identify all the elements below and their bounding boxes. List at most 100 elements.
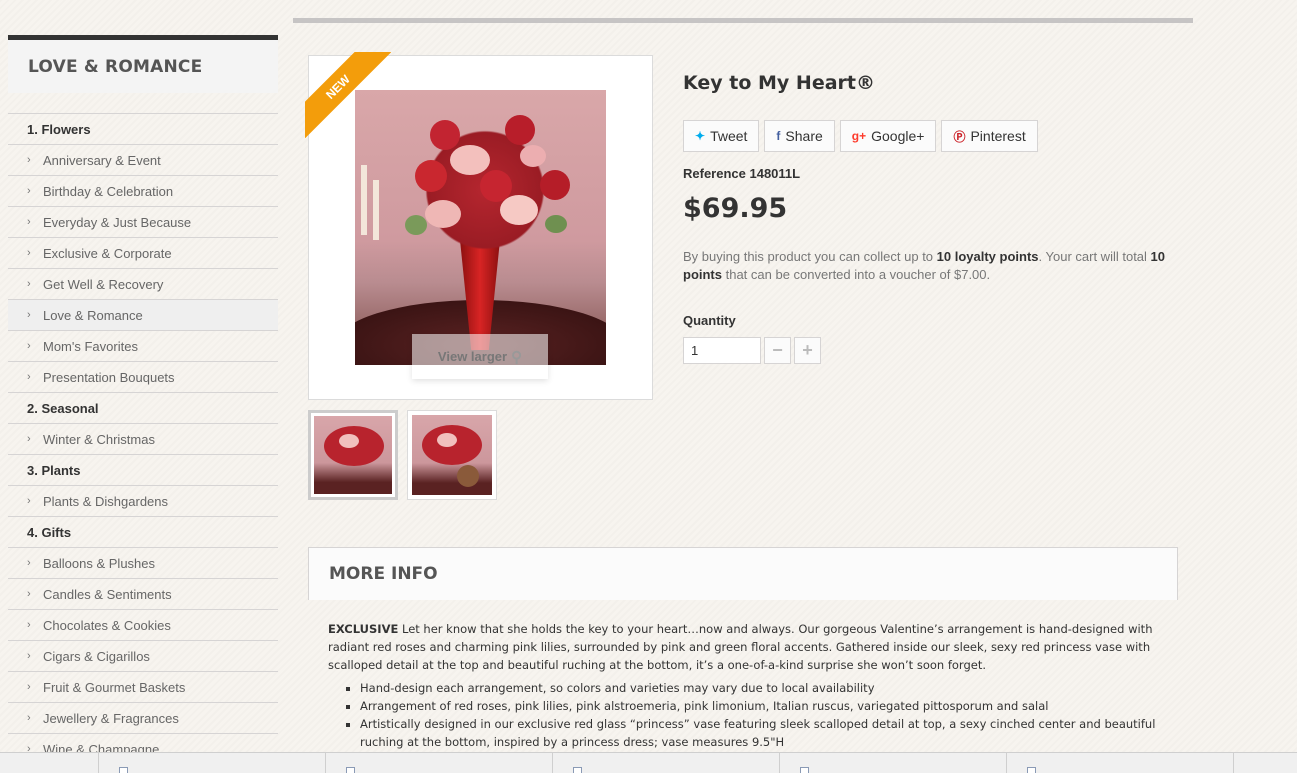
document-icon [1027,767,1036,773]
chevron-right-icon: › [27,557,31,569]
category-link[interactable]: › Cigars & Cigarillos [8,640,278,671]
loyalty-text: By buying this product you can collect u… [683,249,1165,282]
facebook-share-button[interactable]: f Share [764,120,835,152]
category-link[interactable]: › Mom's Favorites [8,330,278,361]
category-label: Mom's Favorites [43,338,138,354]
chevron-right-icon: › [27,495,31,507]
more-info-title: MORE INFO [329,564,438,584]
chevron-right-icon: › [27,588,31,600]
category-label: Chocolates & Cookies [43,617,171,633]
category-link[interactable]: › Exclusive & Corporate [8,237,278,268]
category-list: 1. Flowers › Anniversary & Event › Birthday … [8,113,278,764]
category-label: Birthday & Celebration [43,183,174,199]
product-photo[interactable] [355,90,606,365]
category-link[interactable]: › Fruit & Gourmet Baskets [8,671,278,702]
category-label: Presentation Bouquets [43,369,175,385]
pinterest-icon: Ⓟ [953,129,966,144]
chevron-right-icon: › [27,185,31,197]
category-link[interactable]: › Jewellery & Fragrances [8,702,278,733]
plus-icon: + [802,340,813,360]
category-label: 3. Plants [27,462,81,478]
quantity-input[interactable] [683,337,761,364]
category-group[interactable]: 3. Plants [8,454,278,485]
category-link[interactable]: › Plants & Dishgardens [8,485,278,516]
category-label: Get Well & Recovery [43,276,164,292]
category-label: 1. Flowers [27,121,91,137]
more-info-header: MORE INFO [308,547,1178,600]
chevron-right-icon: › [27,278,31,290]
chevron-right-icon: › [27,712,31,724]
category-link[interactable]: › Anniversary & Event [8,144,278,175]
sidebar-header: LOVE & ROMANCE [8,35,278,93]
category-group[interactable]: 2. Seasonal [8,392,278,423]
category-label: Fruit & Gourmet Baskets [43,679,186,695]
category-link[interactable]: › Get Well & Recovery [8,268,278,299]
category-link[interactable]: › Birthday & Celebration [8,175,278,206]
sidebar-title: LOVE & ROMANCE [28,56,203,77]
category-link[interactable]: › Chocolates & Cookies [8,609,278,640]
category-label: Exclusive & Corporate [43,245,172,261]
share-buttons: ✦ Tweet f Share g+ Google+ Ⓟ Pinterest [683,120,1038,152]
product-description: EXCLUSIVE Let her know that she holds th… [328,620,1163,751]
category-link[interactable]: › Love & Romance [8,299,278,330]
category-label: Cigars & Cigarillos [43,648,150,664]
twitter-icon: ✦ [695,129,706,143]
product-price: $69.95 [683,193,788,224]
chevron-right-icon: › [27,154,31,166]
chevron-right-icon: › [27,650,31,662]
taskbar [0,752,1297,773]
category-group[interactable]: 4. Gifts [8,516,278,547]
category-label: Winter & Christmas [43,431,155,447]
taskbar-item[interactable] [1006,753,1233,773]
tweet-button[interactable]: ✦ Tweet [683,120,760,152]
description-bullets: Hand-design each arrangement, so colors … [328,679,1163,751]
category-link[interactable]: › Presentation Bouquets [8,361,278,392]
product-title: Key to My Heart® [683,72,875,94]
chevron-right-icon: › [27,433,31,445]
taskbar-item[interactable] [325,753,552,773]
category-link[interactable]: › Everyday & Just Because [8,206,278,237]
document-icon [800,767,809,773]
thumbnail-2[interactable] [407,410,497,500]
google-plus-button[interactable]: g+ Google+ [839,120,937,152]
category-label: Jewellery & Fragrances [43,710,179,726]
bullet-item: Hand-design each arrangement, so colors … [360,679,1163,697]
chevron-right-icon: › [27,681,31,693]
bullet-item: Artistically designed in our exclusive r… [360,715,1163,751]
taskbar-item[interactable] [1233,753,1297,773]
category-group[interactable]: 1. Flowers [8,113,278,144]
chevron-right-icon: › [27,309,31,321]
chevron-right-icon: › [27,216,31,228]
document-icon [119,767,128,773]
pinterest-button[interactable]: Ⓟ Pinterest [941,120,1038,152]
quantity-decrease-button[interactable]: − [764,337,791,364]
product-image-frame[interactable]: NEW View larger ⚲ [305,52,653,400]
chevron-right-icon: › [27,340,31,352]
category-link[interactable]: › Candles & Sentiments [8,578,278,609]
facebook-icon: f [776,129,781,143]
zoom-icon: ⚲ [511,348,523,366]
chevron-right-icon: › [27,619,31,631]
chevron-right-icon: › [27,247,31,259]
minus-icon: − [772,340,783,360]
taskbar-item[interactable] [779,753,1006,773]
category-label: Everyday & Just Because [43,214,192,230]
taskbar-item[interactable] [98,753,325,773]
category-label: 2. Seasonal [27,400,99,416]
category-link[interactable]: › Winter & Christmas [8,423,278,454]
bullet-item: Arrangement of red roses, pink lilies, p… [360,697,1163,715]
document-icon [573,767,582,773]
quantity-label: Quantity [683,313,736,328]
category-link[interactable]: › Balloons & Plushes [8,547,278,578]
taskbar-item[interactable] [552,753,779,773]
thumbnail-1[interactable] [308,410,398,500]
google-plus-icon: g+ [851,129,867,143]
quantity-increase-button[interactable]: + [794,337,821,364]
document-icon [346,767,355,773]
category-label: Plants & Dishgardens [43,493,169,509]
view-larger-button[interactable]: View larger ⚲ [412,334,548,379]
description-paragraph: EXCLUSIVE Let her know that she holds th… [328,622,1153,672]
category-label: Balloons & Plushes [43,555,156,571]
category-label: Anniversary & Event [43,152,161,168]
category-label: Candles & Sentiments [43,586,172,602]
